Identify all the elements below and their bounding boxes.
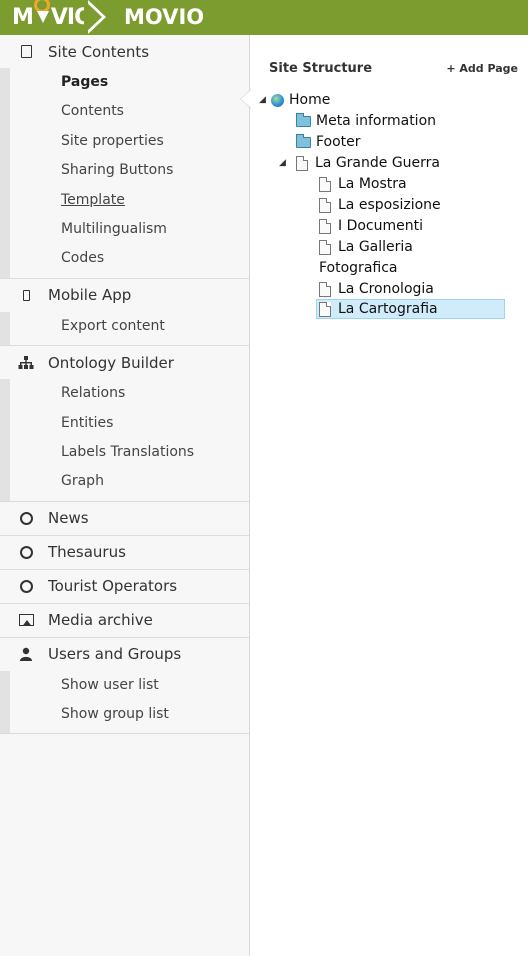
tree-node-i-documenti[interactable]: I Documenti: [319, 216, 423, 236]
document-icon: [319, 197, 331, 213]
section-head-users-groups[interactable]: Users and Groups: [0, 638, 249, 671]
logo-pin-icon: [33, 0, 51, 30]
folder-icon: [296, 112, 311, 127]
sidebar-item-multilingualism[interactable]: Multilingualism: [10, 215, 249, 244]
section-head-mobile-app[interactable]: Mobile App: [0, 279, 249, 312]
section-thesaurus: Thesaurus: [0, 536, 249, 570]
tree-node-label-continuation[interactable]: Fotografica: [319, 258, 398, 278]
section-ontology-builder: Ontology Builder Relations Entities Labe…: [0, 346, 249, 502]
subitems-users-groups: Show user list Show group list: [0, 670, 249, 734]
section-label: Tourist Operators: [48, 577, 178, 596]
sidebar-item-show-group-list[interactable]: Show group list: [10, 700, 249, 729]
subitems-site-contents: Pages Contents Site properties Sharing B…: [0, 68, 249, 278]
sidebar-item-entities[interactable]: Entities: [10, 409, 249, 438]
section-site-contents: Site Contents Pages Contents Site proper…: [0, 35, 249, 279]
subitems-mobile-app: Export content: [0, 311, 249, 346]
document-icon: [319, 218, 331, 234]
section-media-archive: Media archive: [0, 604, 249, 638]
logo-letter-m: M: [12, 5, 34, 30]
sidebar-item-show-user-list[interactable]: Show user list: [10, 671, 249, 700]
section-tourist-operators: Tourist Operators: [0, 570, 249, 604]
section-label: Media archive: [48, 611, 153, 630]
tree-node-footer[interactable]: Footer: [296, 132, 361, 152]
tree-node-label: La Galleria: [338, 239, 413, 255]
tree-node-label: Fotografica: [319, 260, 398, 276]
sidebar-item-relations[interactable]: Relations: [10, 379, 249, 408]
section-label: Mobile App: [48, 286, 132, 305]
sidebar-item-sharing-buttons[interactable]: Sharing Buttons: [10, 156, 249, 185]
document-icon: [296, 155, 308, 171]
sidebar-item-labels-translations[interactable]: Labels Translations: [10, 438, 249, 467]
tree-node-label: La esposizione: [338, 197, 441, 213]
section-users-groups: Users and Groups Show user list Show gro…: [0, 638, 249, 735]
section-label: Ontology Builder: [48, 353, 174, 372]
sidebar-item-template[interactable]: Template: [10, 186, 249, 215]
tree-node-label: I Documenti: [338, 218, 423, 234]
tree-node-la-cartografia[interactable]: La Cartografia: [316, 299, 505, 319]
document-icon: [319, 301, 331, 317]
movio-logo[interactable]: M VIO: [12, 0, 93, 33]
section-label: Site Contents: [48, 42, 150, 61]
subitems-ontology-builder: Relations Entities Labels Translations G…: [0, 379, 249, 501]
section-label: News: [48, 509, 89, 528]
sidebar-item-export-content[interactable]: Export content: [10, 312, 249, 341]
globe-icon: [271, 93, 284, 107]
tree-node-meta-information[interactable]: Meta information: [296, 111, 436, 131]
panel-header: Site Structure + Add Page: [251, 35, 528, 85]
tree-node-label: Footer: [316, 134, 361, 150]
header-arrow-separator-inner: [84, 0, 102, 34]
document-icon: [319, 281, 331, 297]
document-icon: [319, 176, 331, 192]
tree-node-la-cronologia[interactable]: La Cronologia: [319, 279, 434, 299]
tree-node-label: La Grande Guerra: [315, 155, 441, 171]
tree-node-label: La Mostra: [338, 176, 407, 192]
document-icon: [319, 239, 331, 255]
page-icon: [18, 44, 34, 60]
section-news: News: [0, 502, 249, 536]
app-title: MOVIO: [124, 5, 205, 29]
circle-icon: [18, 510, 34, 526]
add-page-button[interactable]: + Add Page: [446, 62, 518, 75]
circle-icon: [18, 578, 34, 594]
tree-node-la-grande-guerra[interactable]: ◢ La Grande Guerra: [279, 153, 440, 173]
tree-node-la-galleria[interactable]: La Galleria: [319, 237, 413, 257]
section-head-media-archive[interactable]: Media archive: [0, 604, 249, 637]
expand-toggle-icon[interactable]: ◢: [279, 158, 291, 168]
sidebar-item-codes[interactable]: Codes: [10, 244, 249, 273]
sidebar-item-contents[interactable]: Contents: [10, 97, 249, 126]
app-header: M VIO MOVIO: [0, 0, 528, 35]
tree-node-label: La Cartografia: [338, 301, 438, 317]
section-head-thesaurus[interactable]: Thesaurus: [0, 536, 249, 569]
user-icon: [18, 646, 34, 662]
panel-title: Site Structure: [269, 61, 373, 76]
sidebar-item-pages[interactable]: Pages: [10, 68, 249, 97]
section-label: Thesaurus: [48, 543, 126, 562]
mobile-icon: [18, 287, 34, 303]
circle-icon: [18, 544, 34, 560]
expand-toggle-icon[interactable]: ◢: [259, 95, 271, 105]
tree-node-la-esposizione[interactable]: La esposizione: [319, 195, 441, 215]
tree-node-la-mostra[interactable]: La Mostra: [319, 174, 407, 194]
sitemap-icon: [18, 355, 34, 371]
section-head-tourist-operators[interactable]: Tourist Operators: [0, 570, 249, 603]
sidebar-nav: Site Contents Pages Contents Site proper…: [0, 35, 250, 956]
tree-node-label: Meta information: [316, 113, 437, 129]
sidebar-item-site-properties[interactable]: Site properties: [10, 127, 249, 156]
image-icon: [18, 612, 34, 628]
site-structure-panel: Site Structure + Add Page ◢ Home Meta in…: [240, 35, 528, 956]
tree-node-label: La Cronologia: [338, 281, 434, 297]
section-label: Users and Groups: [48, 645, 182, 664]
section-mobile-app: Mobile App Export content: [0, 279, 249, 347]
section-head-ontology-builder[interactable]: Ontology Builder: [0, 346, 249, 379]
folder-icon: [296, 133, 311, 148]
sidebar-item-graph[interactable]: Graph: [10, 467, 249, 496]
section-head-news[interactable]: News: [0, 502, 249, 535]
section-head-site-contents[interactable]: Site Contents: [0, 35, 249, 68]
tree-node-home[interactable]: ◢ Home: [259, 90, 330, 110]
panel-pointer: [241, 90, 251, 108]
tree-node-label: Home: [289, 92, 331, 108]
